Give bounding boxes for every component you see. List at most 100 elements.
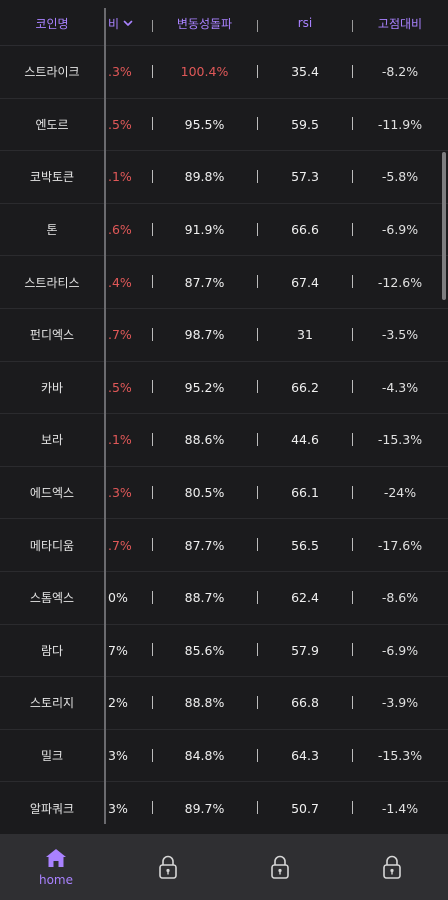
volatility-breakout-value: 89.7% [184,800,225,816]
from-high-value: -8.2% [381,64,419,80]
from-high-value: -1.4% [381,800,419,816]
change-rate: 7% [108,642,128,658]
rsi-value: 59.5 [291,116,319,132]
lock-icon [383,855,401,879]
tab-label: home [38,873,74,887]
rsi-value: 62.4 [291,590,319,606]
table-row[interactable]: 톤 .6% 91.9% 66.6 -6.9% [0,204,448,257]
coin-name: 밀크 [40,749,64,764]
coin-name: 알파쿼크 [29,801,75,816]
rsi-value: 67.4 [291,274,319,290]
volatility-breakout-value: 88.7% [184,590,225,606]
table-row[interactable]: 펀디엑스 .7% 98.7% 31 -3.5% [0,309,448,362]
rsi-value: 57.3 [291,169,319,185]
table-row[interactable]: 에드엑스 .3% 80.5% 66.1 -24% [0,467,448,520]
rsi-value: 66.8 [291,695,319,711]
from-high-value: -17.6% [377,537,423,553]
home-icon [46,849,66,867]
rsi-value: 66.2 [291,379,319,395]
coin-name: 펀디엑스 [29,328,75,343]
table-row[interactable]: 엔도르 .5% 95.5% 59.5 -11.9% [0,99,448,152]
from-high-value: -15.3% [377,748,423,764]
table-row[interactable]: 코박토큰 .1% 89.8% 57.3 -5.8% [0,151,448,204]
coin-name: 카바 [40,380,64,395]
from-high-value: -4.3% [381,379,419,395]
coin-name: 스토리지 [29,696,75,711]
scrollbar[interactable] [442,152,446,300]
change-rate: .7% [108,327,132,343]
coin-name: 람다 [40,643,64,658]
table-row[interactable]: 람다 7% 85.6% 57.9 -6.9% [0,625,448,678]
table-row[interactable]: 밀크 3% 84.8% 64.3 -15.3% [0,730,448,783]
header-change-sort[interactable]: 비 [107,0,147,46]
table-row[interactable]: 스토리지 2% 88.8% 66.8 -3.9% [0,677,448,730]
from-high-value: -15.3% [377,432,423,448]
change-rate: 3% [108,748,128,764]
from-high-value: -24% [383,485,417,501]
volatility-breakout-value: 100.4% [180,64,229,80]
from-high-value: -5.8% [381,169,419,185]
change-rate: .4% [108,274,132,290]
change-rate: 3% [108,800,128,816]
table-row[interactable]: 스톰엑스 0% 88.7% 62.4 -8.6% [0,572,448,625]
rsi-value: 64.3 [291,748,319,764]
lock-icon [159,855,177,879]
rsi-value: 66.6 [291,222,319,238]
change-rate: .6% [108,222,132,238]
change-rate: .1% [108,432,132,448]
coin-name: 스트라티스 [24,275,80,290]
coin-name: 보라 [40,433,64,448]
frozen-column-divider [104,8,106,824]
from-high-value: -3.5% [381,327,419,343]
rsi-value: 35.4 [291,64,319,80]
table-row[interactable]: 알파쿼크 3% 89.7% 50.7 -1.4% [0,782,448,834]
volatility-breakout-value: 88.6% [184,432,225,448]
volatility-breakout-value: 87.7% [184,274,225,290]
coin-name: 스트라이크 [24,65,80,80]
header-from-high[interactable]: 고점대비 [352,0,448,46]
header-rsi[interactable]: rsi [258,0,352,46]
tab-locked-2[interactable] [224,834,336,900]
chevron-down-icon [123,20,133,26]
volatility-breakout-value: 80.5% [184,485,225,501]
volatility-breakout-value: 84.8% [184,748,225,764]
coin-name: 엔도르 [35,117,69,132]
change-rate: .3% [108,485,132,501]
table-row[interactable]: 보라 .1% 88.6% 44.6 -15.3% [0,414,448,467]
table-header: 코인명 비 변동성돌파 rsi 고점대비 [0,0,448,46]
coin-name: 코박토큰 [29,170,75,185]
table-row[interactable]: 메타디움 .7% 87.7% 56.5 -17.6% [0,519,448,572]
volatility-breakout-value: 91.9% [184,222,225,238]
volatility-breakout-value: 95.2% [184,379,225,395]
table-row[interactable]: 카바 .5% 95.2% 66.2 -4.3% [0,362,448,415]
rsi-value: 44.6 [291,432,319,448]
volatility-breakout-value: 95.5% [184,116,225,132]
table-row[interactable]: 스트라티스 .4% 87.7% 67.4 -12.6% [0,256,448,309]
from-high-value: -8.6% [381,590,419,606]
coin-table-body[interactable]: 스트라이크 .3% 100.4% 35.4 -8.2% 엔도르 .5% 95.5% 59.5 -1… [0,46,448,834]
from-high-value: -3.9% [381,695,419,711]
coin-name: 톤 [46,223,58,238]
rsi-value: 56.5 [291,537,319,553]
change-rate: .7% [108,537,132,553]
tab-locked-3[interactable] [336,834,448,900]
header-coin-name[interactable]: 코인명 [0,0,104,46]
tab-locked-1[interactable] [112,834,224,900]
coin-name: 스톰엑스 [29,591,75,606]
from-high-value: -11.9% [377,116,423,132]
change-rate: 2% [108,695,128,711]
tab-home[interactable]: home [0,834,112,900]
bottom-tab-bar: home [0,834,448,900]
change-rate: .5% [108,379,132,395]
change-rate: .5% [108,116,132,132]
from-high-value: -6.9% [381,222,419,238]
table-row[interactable]: 스트라이크 .3% 100.4% 35.4 -8.2% [0,46,448,99]
change-rate: 0% [108,590,128,606]
coin-name: 에드엑스 [29,486,75,501]
volatility-breakout-value: 85.6% [184,642,225,658]
volatility-breakout-value: 89.8% [184,169,225,185]
header-volatility-breakout[interactable]: 변동성돌파 [152,0,257,46]
change-rate: .1% [108,169,132,185]
volatility-breakout-value: 98.7% [184,327,225,343]
volatility-breakout-value: 87.7% [184,537,225,553]
